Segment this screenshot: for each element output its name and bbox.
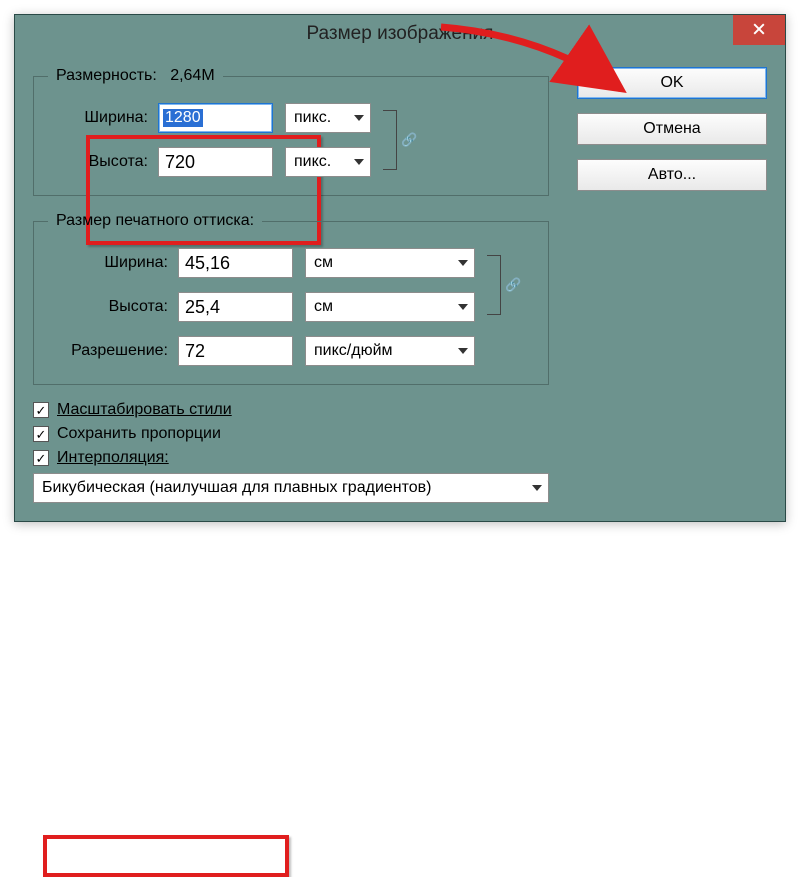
checkbox-checked-icon: ✓ bbox=[33, 426, 49, 442]
chevron-down-icon bbox=[532, 485, 542, 491]
chevron-down-icon bbox=[458, 348, 468, 354]
resolution-label: Разрешение: bbox=[48, 342, 178, 360]
resolution-unit-value: пикс/дюйм bbox=[314, 342, 393, 360]
cancel-button[interactable]: Отмена bbox=[577, 113, 767, 145]
resample-label: Интерполяция: bbox=[57, 449, 169, 467]
doc-height-unit-select[interactable]: см bbox=[305, 292, 475, 322]
auto-label: Авто... bbox=[648, 166, 696, 184]
chevron-down-icon bbox=[458, 304, 468, 310]
resample-checkbox[interactable]: ✓ Интерполяция: bbox=[33, 449, 549, 467]
resolution-input[interactable] bbox=[178, 336, 293, 366]
doc-height-label: Высота: bbox=[48, 298, 178, 316]
file-size: 2,64M bbox=[170, 67, 214, 84]
height-label: Высота: bbox=[48, 153, 158, 171]
doc-height-unit-value: см bbox=[314, 298, 333, 316]
document-size-group: Размер печатного оттиска: Ширина: см bbox=[33, 212, 549, 385]
constrain-label: Сохранить пропорции bbox=[57, 425, 221, 443]
chain-icon: 🔗 bbox=[401, 132, 417, 148]
constrain-proportions-checkbox[interactable]: ✓ Сохранить пропорции bbox=[33, 425, 549, 443]
checkbox-checked-icon: ✓ bbox=[33, 450, 49, 466]
height-unit-value: пикс. bbox=[294, 153, 331, 171]
annotation-highlight-constrain bbox=[43, 835, 289, 877]
chevron-down-icon bbox=[354, 115, 364, 121]
dialog-body: Размерность: 2,64M Ширина: 1280 bbox=[15, 53, 785, 521]
resample-method-select[interactable]: Бикубическая (наилучшая для плавных град… bbox=[33, 473, 549, 503]
height-input[interactable] bbox=[158, 147, 273, 177]
ok-button[interactable]: OK bbox=[577, 67, 767, 99]
chevron-down-icon bbox=[354, 159, 364, 165]
image-size-dialog: Размер изображения Размерность: 2,64M Ши… bbox=[14, 14, 786, 522]
doc-width-input[interactable] bbox=[178, 248, 293, 278]
pixel-dimensions-group: Размерность: 2,64M Ширина: 1280 bbox=[33, 67, 549, 196]
document-size-legend: Размер печатного оттиска: bbox=[48, 212, 262, 230]
resolution-unit-select[interactable]: пикс/дюйм bbox=[305, 336, 475, 366]
doc-width-label: Ширина: bbox=[48, 254, 178, 272]
pixel-dimensions-legend: Размерность: 2,64M bbox=[48, 67, 223, 85]
height-unit-select[interactable]: пикс. bbox=[285, 147, 371, 177]
doc-width-unit-select[interactable]: см bbox=[305, 248, 475, 278]
auto-button[interactable]: Авто... bbox=[577, 159, 767, 191]
close-button[interactable] bbox=[733, 15, 785, 45]
width-unit-value: пикс. bbox=[294, 109, 331, 127]
width-unit-select[interactable]: пикс. bbox=[285, 103, 371, 133]
doc-height-input[interactable] bbox=[178, 292, 293, 322]
link-docsize-icon: 🔗 bbox=[483, 249, 507, 321]
side-column: OK Отмена Авто... bbox=[577, 67, 767, 503]
width-label: Ширина: bbox=[48, 109, 158, 127]
scale-styles-checkbox[interactable]: ✓ Масштабировать стили bbox=[33, 401, 549, 419]
doc-width-unit-value: см bbox=[314, 254, 333, 272]
resample-method-value: Бикубическая (наилучшая для плавных град… bbox=[42, 479, 431, 497]
width-value: 1280 bbox=[163, 109, 203, 127]
legend-label: Размерность: bbox=[56, 67, 157, 84]
close-icon bbox=[753, 19, 765, 41]
width-input[interactable]: 1280 bbox=[158, 103, 273, 133]
chain-icon: 🔗 bbox=[505, 277, 521, 293]
main-column: Размерность: 2,64M Ширина: 1280 bbox=[33, 67, 549, 503]
titlebar: Размер изображения bbox=[15, 15, 785, 53]
cancel-label: Отмена bbox=[643, 120, 700, 138]
scale-styles-label: Масштабировать стили bbox=[57, 401, 232, 419]
window-title: Размер изображения bbox=[307, 23, 494, 45]
checkbox-checked-icon: ✓ bbox=[33, 402, 49, 418]
chevron-down-icon bbox=[458, 260, 468, 266]
link-dimensions-icon: 🔗 bbox=[379, 104, 403, 176]
ok-label: OK bbox=[660, 74, 683, 92]
